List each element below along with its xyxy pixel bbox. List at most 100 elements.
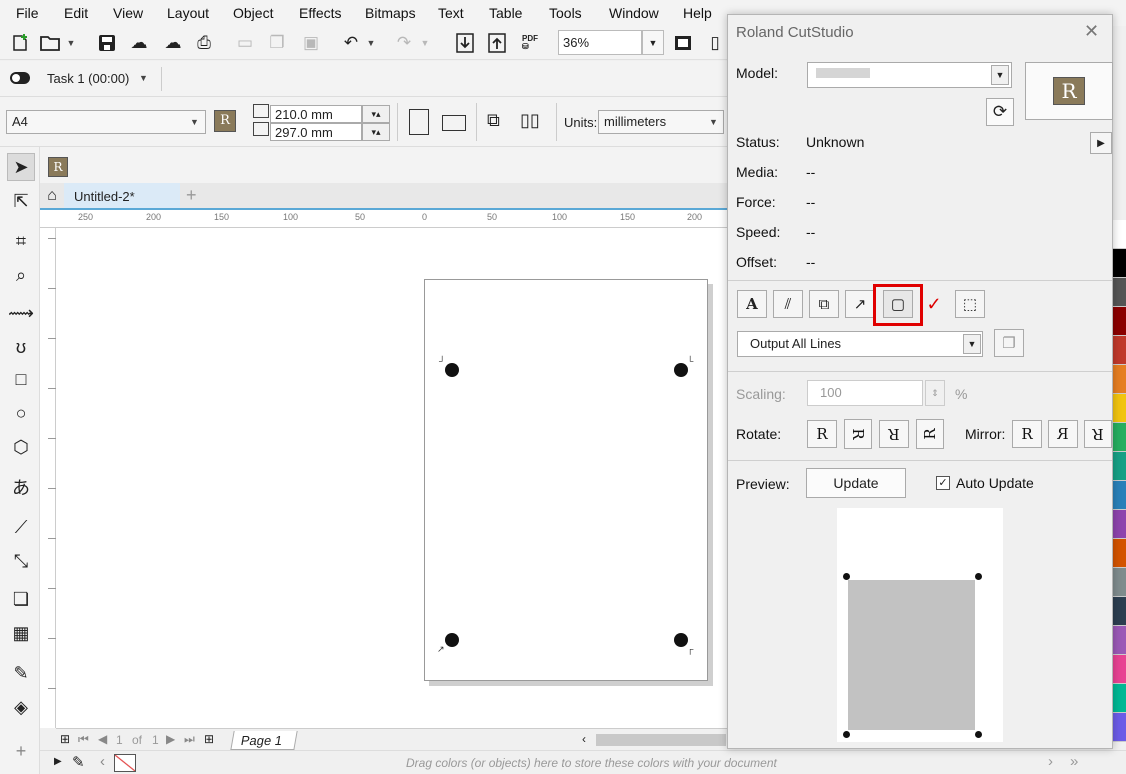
palette-swatch[interactable] (1113, 539, 1126, 568)
rotate-180-button[interactable]: R (879, 420, 909, 448)
palette-scroll-icon[interactable]: › (1048, 753, 1053, 770)
crop-mark-button-icon[interactable]: ▢ (883, 290, 913, 318)
menu-bitmaps[interactable]: Bitmaps (365, 5, 416, 21)
menu-effects[interactable]: Effects (299, 5, 342, 21)
palette-swatch[interactable] (1113, 423, 1126, 452)
scaling-spinner-icon[interactable]: ⇕ (925, 380, 945, 406)
add-page-after-icon[interactable]: ⊞ (204, 732, 214, 746)
outline-eyedropper-icon[interactable]: ‹ (100, 753, 105, 770)
menu-object[interactable]: Object (233, 5, 273, 21)
page-height-field[interactable]: 297.0 mm (270, 123, 362, 141)
home-icon[interactable]: ⌂ (40, 183, 64, 208)
snap-to-icon[interactable]: ▯ (705, 30, 725, 56)
freehand-tool-icon[interactable]: ⟿ (7, 299, 35, 327)
first-page-icon[interactable]: ⏮ (78, 732, 89, 747)
palette-swatch[interactable] (1113, 481, 1126, 510)
task-label[interactable]: Task 1 (00:00) (47, 71, 129, 86)
menu-help[interactable]: Help (683, 5, 712, 21)
menu-edit[interactable]: Edit (64, 5, 88, 21)
units-select[interactable]: millimeters (598, 110, 724, 134)
copy-settings-icon[interactable]: ❐ (994, 329, 1024, 357)
palette-swatch[interactable] (1113, 452, 1126, 481)
last-page-icon[interactable]: ⏭ (184, 732, 195, 747)
rectangle-tool-icon[interactable]: □ (7, 365, 35, 393)
menu-text[interactable]: Text (438, 5, 464, 21)
palette-swatch[interactable] (1113, 655, 1126, 684)
mirror-vertical-button[interactable]: R (1084, 420, 1112, 448)
tab-untitled-2[interactable]: Untitled-2* (64, 183, 180, 208)
redo-dropdown-icon[interactable]: ▼ (418, 30, 432, 56)
overlap-shapes-icon[interactable]: ⧉ (809, 290, 839, 318)
add-tool-icon[interactable]: + (7, 737, 35, 765)
new-tab-icon[interactable]: + (186, 185, 197, 206)
cloud-download-icon[interactable]: ☁ (126, 30, 152, 56)
palette-swatch[interactable] (1113, 394, 1126, 423)
prev-page-icon[interactable]: ◀ (98, 732, 107, 746)
output-dropdown-icon[interactable]: ▼ (963, 334, 981, 354)
height-spinner-icon[interactable]: ▾▴ (362, 123, 390, 141)
rotate-90-button[interactable]: R (844, 419, 872, 449)
undo-icon[interactable]: ↶ (338, 30, 364, 56)
transparency-tool-icon[interactable]: ▦ (7, 619, 35, 647)
palette-swatch[interactable] (1113, 684, 1126, 713)
print-icon[interactable]: ⎙ (191, 30, 217, 56)
scroll-left-icon[interactable]: ‹ (582, 732, 586, 746)
import-icon[interactable] (452, 30, 478, 56)
scaling-field[interactable]: 100 (807, 380, 923, 406)
close-icon[interactable]: ✕ (1084, 21, 1099, 42)
horizontal-scrollbar[interactable] (596, 734, 726, 746)
tab-page-1[interactable]: Page 1 (230, 731, 298, 750)
landscape-icon[interactable] (442, 115, 466, 131)
update-button[interactable]: Update (806, 468, 906, 498)
zoom-level-field[interactable]: 36% (558, 30, 642, 55)
menu-file[interactable]: File (16, 5, 39, 21)
output-select[interactable]: Output All Lines (737, 331, 983, 357)
menu-tools[interactable]: Tools (549, 5, 582, 21)
interactive-fill-icon[interactable]: ◈ (7, 693, 35, 721)
save-icon[interactable] (94, 30, 120, 56)
crop-tool-icon[interactable]: ⌗ (7, 227, 35, 255)
palette-swatch[interactable] (1113, 510, 1126, 539)
menu-window[interactable]: Window (609, 5, 659, 21)
palette-swatch[interactable] (1113, 249, 1126, 278)
redo-icon[interactable]: ↷ (391, 30, 417, 56)
palette-swatch[interactable] (1113, 307, 1126, 336)
palette-expand-icon[interactable]: » (1070, 753, 1078, 770)
current-page-icon[interactable]: ▯▯ (520, 110, 540, 131)
width-spinner-icon[interactable]: ▾▴ (362, 105, 390, 123)
model-dropdown-icon[interactable]: ▼ (991, 65, 1009, 85)
page-size-dropdown-icon[interactable]: ▼ (190, 117, 199, 127)
polygon-tool-icon[interactable]: ⬡ (7, 433, 35, 461)
crop-mark-dot[interactable] (674, 363, 688, 377)
palette-swatch[interactable] (1113, 713, 1126, 742)
cutstudio-launch-icon[interactable]: R (48, 157, 68, 177)
undo-dropdown-icon[interactable]: ▼ (364, 30, 378, 56)
rotate-0-button[interactable]: R (807, 420, 837, 448)
zoom-dropdown-icon[interactable]: ▼ (642, 30, 664, 55)
curve-path-icon[interactable]: ↗ (845, 290, 875, 318)
connector-tool-icon[interactable]: ⤡ (7, 547, 35, 575)
open-dropdown-icon[interactable]: ▼ (64, 30, 78, 56)
cutstudio-launch-button[interactable]: R (1025, 62, 1113, 120)
publish-pdf-icon[interactable]: PDF ⛁ (517, 30, 543, 56)
export-icon[interactable] (484, 30, 510, 56)
selection-area-icon[interactable]: ⬚ (955, 290, 985, 318)
next-page-icon[interactable]: ▶ (166, 732, 175, 746)
portrait-icon[interactable] (409, 109, 429, 135)
document-page[interactable]: ┘ └ ↗ ┌ (424, 279, 708, 681)
artistic-media-icon[interactable]: ʊ (7, 333, 35, 361)
pick-tool-icon[interactable]: ➤ (7, 153, 35, 181)
palette-swatch[interactable] (1113, 626, 1126, 655)
add-page-before-icon[interactable]: ⊞ (60, 732, 70, 746)
crop-mark-dot[interactable] (674, 633, 688, 647)
paste-icon[interactable]: ▣ (298, 30, 324, 56)
palette-swatch[interactable] (1113, 365, 1126, 394)
task-toggle-icon[interactable] (10, 72, 30, 84)
auto-update-checkbox[interactable]: ✓ (936, 476, 950, 490)
page-width-field[interactable]: 210.0 mm (270, 105, 362, 123)
check-icon[interactable]: ✓ (919, 290, 949, 318)
crop-mark-dot[interactable] (445, 363, 459, 377)
no-fill-swatch[interactable] (114, 754, 136, 772)
shape-tool-icon[interactable]: ⇱ (7, 187, 35, 215)
mirror-none-button[interactable]: R (1012, 420, 1042, 448)
